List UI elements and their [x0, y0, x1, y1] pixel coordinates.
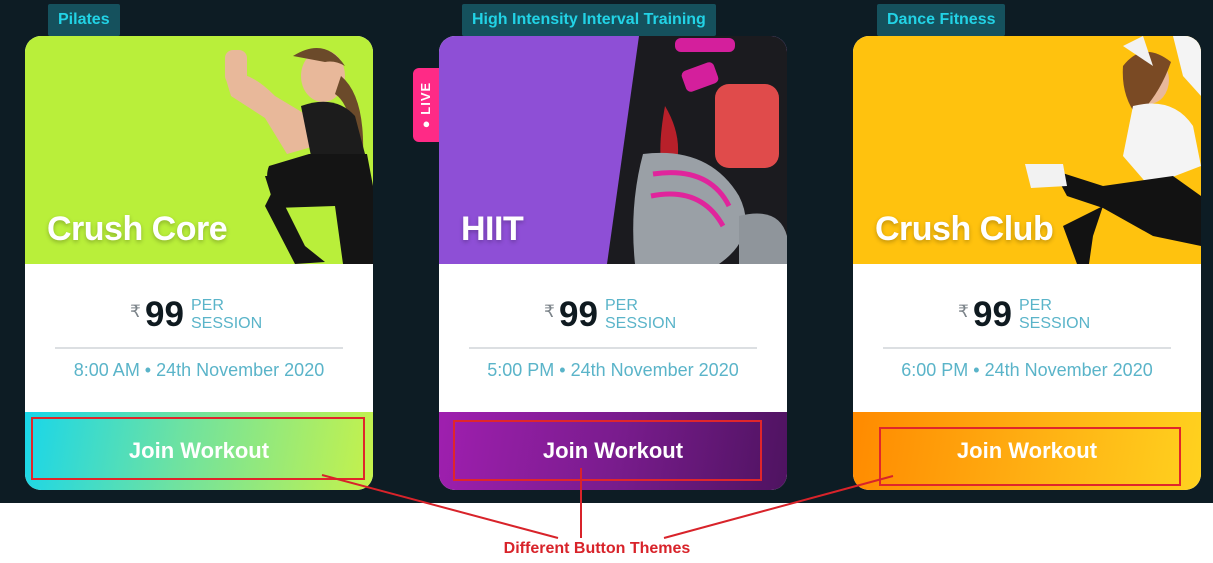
- screenshot-stage: Pilates Crush Core ₹ 99 PER SESSION 8:00 …: [0, 0, 1213, 563]
- annotation-label: Different Button Themes: [503, 540, 691, 557]
- arrow-line-left: [321, 474, 559, 539]
- annotation-arrows: [321, 468, 894, 539]
- arrow-line-right: [663, 475, 894, 539]
